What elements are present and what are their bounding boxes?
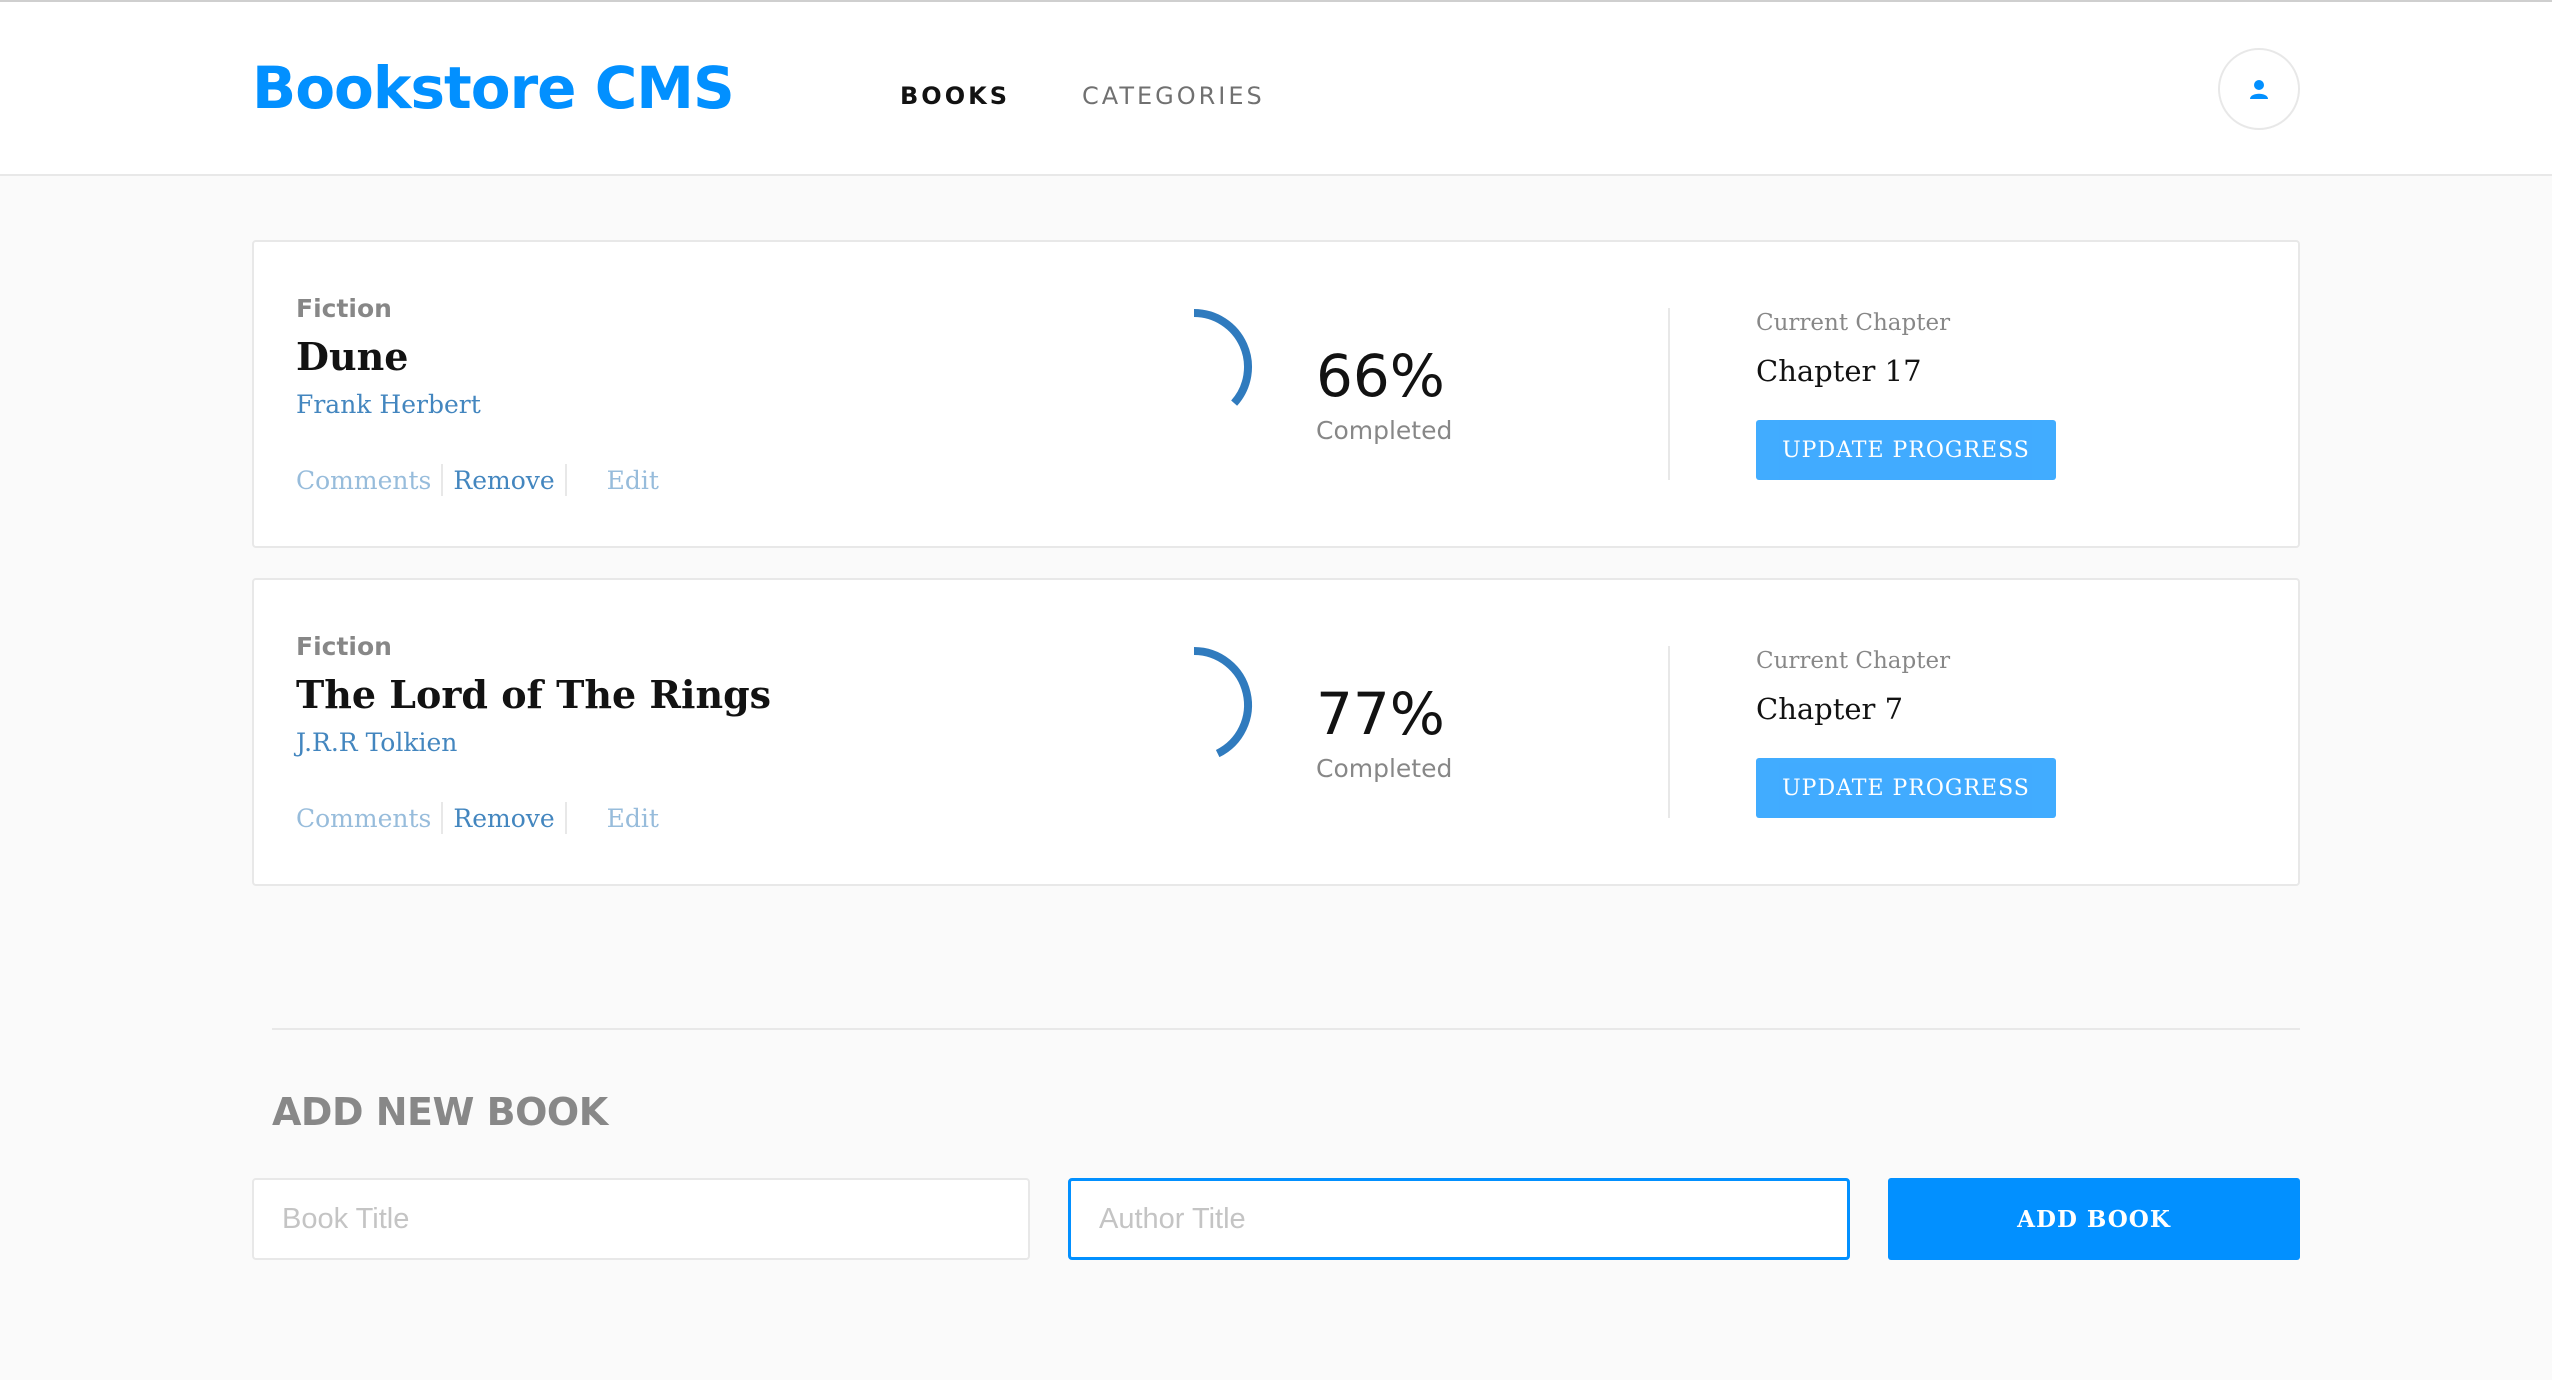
progress-arc-path [1193, 647, 1252, 758]
user-icon [2250, 80, 2268, 99]
card-divider [1668, 308, 1670, 480]
book-card: Fiction Dune Frank Herbert Comments Remo… [252, 240, 2300, 548]
remove-button[interactable]: Remove [453, 466, 554, 495]
book-author: Frank Herbert [296, 390, 481, 419]
nav-categories-link[interactable]: CATEGORIES [1082, 82, 1265, 110]
card-divider [1668, 646, 1670, 818]
progress-percent: 77% [1316, 680, 1445, 748]
site-header: Bookstore CMS BOOKS CATEGORIES [0, 2, 2552, 176]
remove-button[interactable]: Remove [453, 804, 554, 833]
book-category: Fiction [296, 294, 392, 323]
update-progress-button[interactable]: UPDATE PROGRESS [1756, 420, 2056, 480]
current-chapter-value: Chapter 7 [1756, 692, 1904, 726]
edit-button[interactable]: Edit [607, 466, 659, 495]
update-progress-button[interactable]: UPDATE PROGRESS [1756, 758, 2056, 818]
completed-label: Completed [1316, 754, 1453, 783]
action-divider [441, 802, 444, 834]
author-title-input[interactable] [1068, 1178, 1850, 1260]
brand-logo[interactable]: Bookstore CMS [252, 54, 735, 122]
add-book-button[interactable]: ADD BOOK [1888, 1178, 2300, 1260]
current-chapter-value: Chapter 17 [1756, 354, 1922, 388]
progress-percent: 66% [1316, 342, 1445, 410]
current-chapter-label: Current Chapter [1756, 310, 1951, 336]
section-divider [272, 1028, 2300, 1030]
comments-button[interactable]: Comments [296, 804, 431, 833]
user-avatar-button[interactable] [2218, 48, 2300, 130]
action-divider [564, 464, 567, 496]
action-divider [441, 464, 444, 496]
current-chapter-label: Current Chapter [1756, 648, 1951, 674]
progress-arc [1193, 309, 1252, 406]
action-divider [564, 802, 567, 834]
book-author: J.R.R Tolkien [296, 728, 458, 757]
comments-button[interactable]: Comments [296, 466, 431, 495]
progress-arc-path [1193, 309, 1252, 406]
book-card: Fiction The Lord of The Rings J.R.R Tolk… [252, 578, 2300, 886]
book-actions: Comments Remove Edit [296, 464, 659, 496]
book-title-input[interactable] [252, 1178, 1030, 1260]
completed-label: Completed [1316, 416, 1453, 445]
add-book-heading: ADD NEW BOOK [272, 1090, 608, 1134]
edit-button[interactable]: Edit [607, 804, 659, 833]
book-title: Dune [296, 334, 409, 379]
nav-books-link[interactable]: BOOKS [900, 82, 1010, 110]
book-category: Fiction [296, 632, 392, 661]
progress-arc [1193, 647, 1252, 758]
book-actions: Comments Remove Edit [296, 802, 659, 834]
book-title: The Lord of The Rings [296, 672, 772, 717]
